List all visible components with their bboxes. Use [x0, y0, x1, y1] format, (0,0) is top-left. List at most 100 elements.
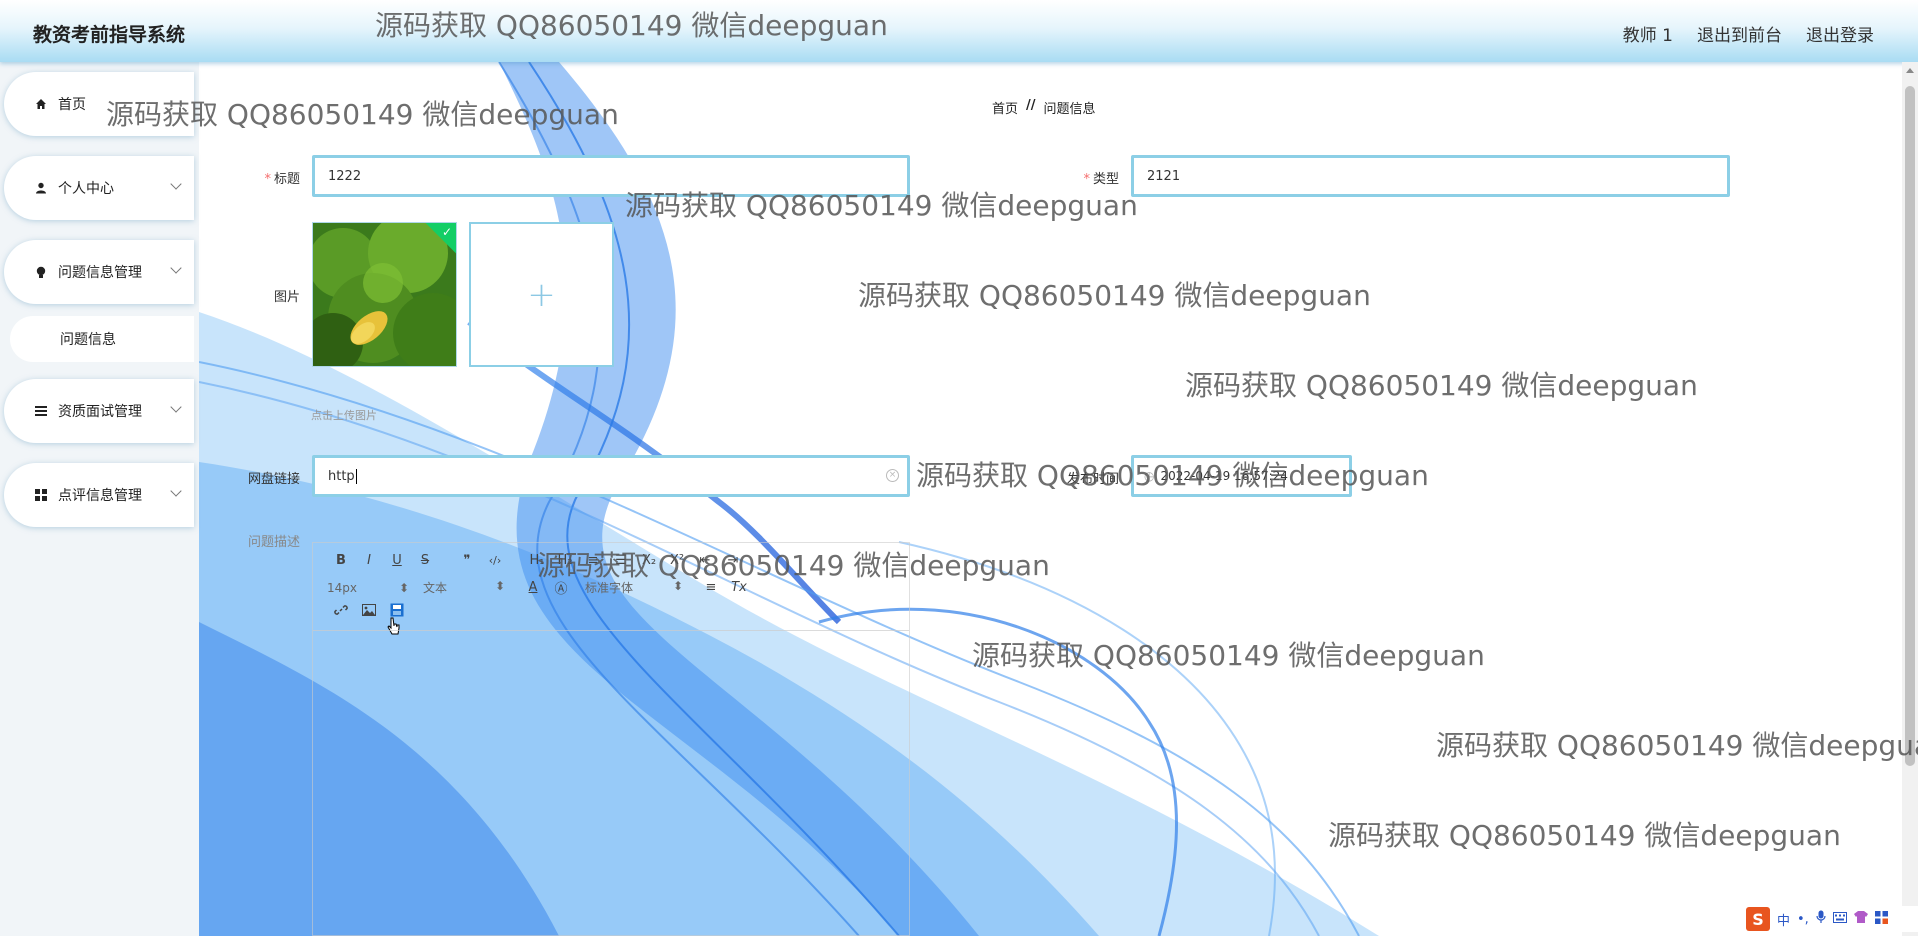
punctuation-icon[interactable]: •,	[1797, 912, 1809, 927]
type-input[interactable]: 2121	[1131, 155, 1730, 197]
keyboard-icon[interactable]	[1832, 911, 1847, 927]
sidebar-item-label: 问题信息	[60, 332, 116, 348]
brand-title: 教资考前指导系统	[33, 24, 186, 46]
breadcrumb-separator: //	[1026, 98, 1036, 113]
title-input[interactable]: 1222	[312, 155, 910, 197]
subscript-button[interactable]: X₂	[635, 553, 663, 568]
link-icon[interactable]	[327, 603, 355, 617]
skin-icon[interactable]	[1853, 911, 1868, 927]
code-block-button[interactable]: ‹/›	[481, 554, 509, 567]
text-cursor	[355, 468, 357, 484]
sidebar-item-interview-manage[interactable]: 资质面试管理	[4, 379, 194, 443]
sogou-logo-icon[interactable]: S	[1746, 907, 1770, 931]
scroll-up-icon[interactable]	[1906, 68, 1914, 73]
link-input[interactable]: http ×	[312, 455, 910, 497]
top-header: 教资考前指导系统 教师 1 退出到前台 退出登录	[0, 0, 1918, 62]
main-content: 首页 // 问题信息 * 标题 1222 * 类型 2121 图片 ✓ + 点击…	[199, 62, 1902, 936]
microphone-icon[interactable]	[1816, 910, 1826, 928]
publish-time-input[interactable]: ◷ 2022-04-19 16:57:24	[1131, 455, 1352, 497]
chevron-down-icon	[170, 178, 182, 190]
home-icon	[32, 98, 50, 110]
header-links: 教师 1 退出到前台 退出登录	[1623, 21, 1874, 46]
editor-toolbar-divider	[313, 630, 909, 631]
select-arrows-icon: ⬍	[672, 579, 683, 593]
superscript-button[interactable]: X²	[663, 553, 691, 568]
background-color-button[interactable]: Ⓐ	[547, 578, 575, 597]
outdent-button[interactable]: ⇤	[691, 553, 719, 568]
breadcrumb-current: 问题信息	[1043, 102, 1096, 117]
moss-image	[313, 223, 456, 366]
sidebar-item-label: 首页	[58, 97, 86, 113]
text-format-select[interactable]: 文本 ⬍	[423, 579, 505, 596]
video-icon[interactable]	[383, 603, 411, 617]
chevron-down-icon	[170, 485, 182, 497]
title-input-value: 1222	[328, 168, 362, 184]
uploaded-image-thumbnail[interactable]: ✓	[312, 222, 457, 367]
upload-tip: 点击上传图片	[311, 409, 377, 422]
sidebar-item-home[interactable]: 首页	[4, 72, 194, 136]
breadcrumb-home[interactable]: 首页	[992, 98, 1018, 117]
editor-toolbar-row-3	[327, 603, 411, 635]
header-1-button[interactable]: H₁	[523, 553, 551, 568]
font-family-select[interactable]: 标准字体 ⬍	[585, 579, 683, 596]
breadcrumb: 首页 // 问题信息	[992, 98, 1096, 117]
sidebar-item-label: 资质面试管理	[58, 404, 142, 420]
strike-button[interactable]: S	[411, 553, 439, 568]
description-label: 问题描述	[247, 535, 300, 550]
clock-icon: ◷	[1144, 469, 1155, 483]
type-label-text: 类型	[1092, 172, 1119, 187]
current-user: 教师 1	[1622, 26, 1673, 46]
sidebar-item-personal-center[interactable]: 个人中心	[4, 156, 194, 220]
align-button[interactable]: ≡	[697, 580, 725, 595]
header-2-button[interactable]: H₂	[551, 553, 579, 568]
bullet-list-button[interactable]: ☰	[607, 553, 635, 568]
grid-icon	[32, 489, 50, 501]
font-size-select[interactable]: 14px ⬍	[327, 581, 409, 595]
italic-button[interactable]: I	[355, 553, 383, 568]
sidebar-subitem-question-info[interactable]: 问题信息	[10, 316, 194, 362]
required-mark: *	[1083, 172, 1090, 187]
title-label: * 标题	[239, 168, 300, 187]
sidebar-item-label: 个人中心	[58, 181, 114, 197]
editor-toolbar-row-2: 14px ⬍ 文本 ⬍ A Ⓐ 标准字体 ⬍ ≡ Tx	[327, 578, 753, 597]
select-arrows-icon: ⬍	[398, 580, 409, 595]
image-icon[interactable]	[355, 604, 383, 616]
indent-button[interactable]: ⇥	[719, 553, 747, 568]
scrollbar-thumb[interactable]	[1905, 86, 1915, 766]
image-upload-button[interactable]: +	[469, 222, 614, 367]
publish-time-value: 2022-04-19 16:57:24	[1160, 469, 1288, 483]
clean-format-button[interactable]: Tx	[725, 580, 753, 595]
toolbox-icon[interactable]	[1874, 910, 1888, 928]
bulb-icon	[32, 266, 50, 279]
link-label: 网盘链接	[247, 472, 300, 487]
link-input-value: http	[328, 468, 355, 484]
ime-language[interactable]: 中	[1777, 910, 1790, 929]
ordered-list-button[interactable]: ≡	[579, 553, 607, 568]
bold-button[interactable]: B	[327, 553, 355, 568]
page-scrollbar[interactable]	[1902, 62, 1918, 936]
check-icon: ✓	[441, 225, 452, 239]
logout-link[interactable]: 退出登录	[1806, 21, 1874, 46]
font-size-value: 14px	[327, 580, 357, 595]
list-icon	[32, 405, 50, 417]
underline-button[interactable]: U	[383, 553, 411, 568]
text-format-value: 文本	[423, 581, 448, 595]
time-label: 发布时间	[1066, 472, 1119, 487]
blockquote-button[interactable]: ❞	[453, 553, 481, 568]
font-family-value: 标准字体	[585, 581, 634, 595]
chevron-down-icon	[170, 401, 182, 413]
sidebar-item-label: 点评信息管理	[58, 488, 142, 504]
clear-icon[interactable]: ×	[886, 469, 899, 482]
plus-icon: +	[527, 274, 556, 315]
sidebar-item-review-manage[interactable]: 点评信息管理	[4, 463, 194, 527]
chevron-down-icon	[170, 262, 182, 274]
user-icon	[32, 182, 50, 194]
image-label: 图片	[273, 290, 300, 305]
select-arrows-icon: ⬍	[494, 579, 505, 593]
sidebar-item-question-manage[interactable]: 问题信息管理	[4, 240, 194, 304]
type-input-value: 2121	[1147, 168, 1181, 184]
ime-toolbar: S 中 •,	[1742, 906, 1918, 932]
sidebar-item-label: 问题信息管理	[58, 265, 142, 281]
font-color-button[interactable]: A	[519, 580, 547, 595]
back-to-front-link[interactable]: 退出到前台	[1697, 21, 1782, 46]
